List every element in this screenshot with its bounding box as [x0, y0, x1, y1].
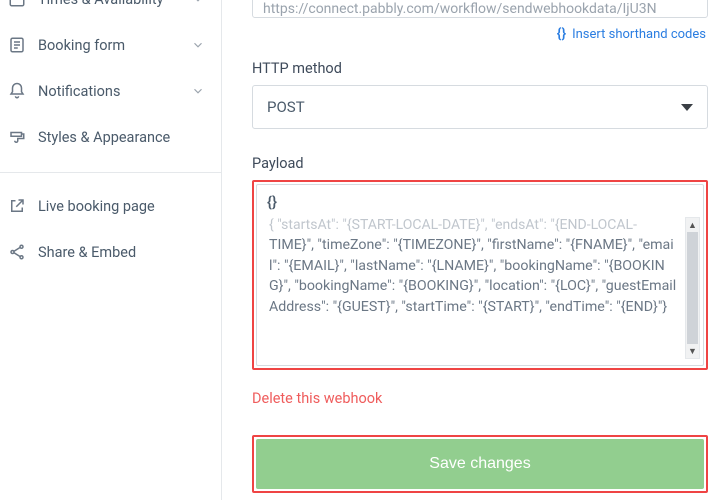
scrollbar[interactable]: ▲ ▼: [685, 217, 700, 359]
payload-label: Payload: [252, 155, 708, 172]
insert-shorthand-link[interactable]: Insert shorthand codes: [572, 27, 706, 42]
sidebar-item-times-availability[interactable]: Times & Availability: [0, 0, 221, 22]
sidebar: Times & Availability Booking form: [0, 0, 222, 500]
http-method-select[interactable]: POST: [252, 85, 708, 129]
sidebar-item-label: Share & Embed: [38, 244, 136, 261]
sidebar-item-label: Notifications: [38, 83, 120, 100]
payload-editor[interactable]: {} { "startsAt": "{START-LOCAL-DATE}", "…: [256, 184, 704, 366]
calendar-icon: [8, 0, 26, 8]
payload-text-overflow: { "startsAt": "{START-LOCAL-DATE}", "end…: [269, 217, 681, 233]
braces-icon: {}: [557, 26, 566, 42]
payload-text-content: TIME}", "timeZone": "{TIMEZONE}", "first…: [269, 235, 681, 317]
sidebar-item-label: Times & Availability: [38, 0, 163, 8]
chevron-down-icon: [191, 0, 205, 6]
insert-braces-button[interactable]: {}: [267, 193, 277, 211]
http-method-value: POST: [267, 98, 305, 116]
chevron-down-icon: [191, 84, 205, 98]
divider: [0, 172, 221, 173]
sidebar-item-label: Booking form: [38, 37, 125, 54]
external-link-icon: [8, 197, 26, 215]
sidebar-item-share-embed[interactable]: Share & Embed: [0, 229, 221, 275]
main-content: https://connect.pabbly.com/workflow/send…: [222, 0, 726, 500]
sidebar-item-label: Styles & Appearance: [38, 129, 170, 146]
form-icon: [8, 36, 26, 54]
share-icon: [8, 243, 26, 261]
payload-highlight: {} { "startsAt": "{START-LOCAL-DATE}", "…: [252, 180, 708, 370]
payload-textarea[interactable]: { "startsAt": "{START-LOCAL-DATE}", "end…: [257, 215, 703, 365]
save-changes-button[interactable]: Save changes: [256, 439, 704, 489]
sidebar-item-label: Live booking page: [38, 198, 155, 215]
paint-icon: [8, 128, 26, 146]
sidebar-item-notifications[interactable]: Notifications: [0, 68, 221, 114]
sidebar-item-styles-appearance[interactable]: Styles & Appearance: [0, 114, 221, 160]
webhook-url-input[interactable]: https://connect.pabbly.com/workflow/send…: [252, 0, 708, 18]
delete-webhook-link[interactable]: Delete this webhook: [252, 390, 382, 407]
sidebar-item-live-booking[interactable]: Live booking page: [0, 183, 221, 229]
payload-toolbar: {}: [257, 185, 703, 215]
bell-icon: [8, 82, 26, 100]
sidebar-item-booking-form[interactable]: Booking form: [0, 22, 221, 68]
scroll-thumb[interactable]: [687, 232, 698, 344]
scroll-up-icon[interactable]: ▲: [686, 218, 699, 232]
chevron-down-icon: [191, 38, 205, 52]
http-method-label: HTTP method: [252, 60, 708, 77]
scroll-down-icon[interactable]: ▼: [686, 344, 699, 358]
save-highlight: Save changes: [252, 435, 708, 493]
caret-down-icon: [681, 104, 693, 111]
